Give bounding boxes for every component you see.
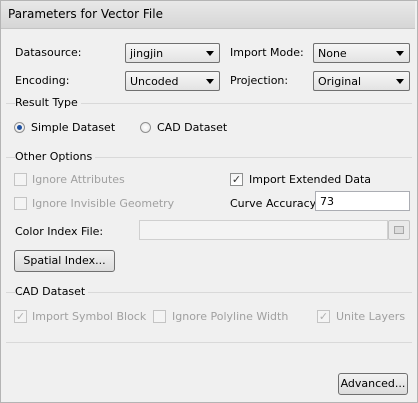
- bottom-divider: [6, 342, 412, 343]
- chevron-down-icon: [396, 51, 404, 56]
- import-mode-select[interactable]: None: [313, 43, 410, 63]
- chevron-down-icon: [206, 79, 214, 84]
- curve-accuracy-input[interactable]: 73: [315, 191, 410, 211]
- import-extended-data-label: Import Extended Data: [249, 173, 372, 186]
- curve-accuracy-label: Curve Accuracy:: [230, 197, 320, 210]
- simple-dataset-label[interactable]: Simple Dataset: [31, 121, 115, 134]
- chevron-down-icon: [396, 79, 404, 84]
- projection-value: Original: [318, 75, 362, 88]
- ignore-attributes-label: Ignore Attributes: [32, 173, 125, 186]
- unite-layers-checkbox[interactable]: ✓: [317, 310, 330, 323]
- ignore-invisible-geometry-label: Ignore Invisible Geometry: [32, 197, 175, 210]
- cad-dataset-radio[interactable]: [140, 122, 151, 133]
- ignore-invisible-geometry-checkbox[interactable]: [14, 197, 27, 210]
- import-symbol-block-label: Import Symbol Block: [32, 310, 147, 323]
- ignore-attributes-checkbox[interactable]: [14, 173, 27, 186]
- simple-dataset-radio[interactable]: [14, 122, 25, 133]
- datasource-value: jingjin: [130, 47, 164, 60]
- browse-button[interactable]: [388, 220, 410, 240]
- checkmark-icon: ✓: [231, 173, 242, 186]
- projection-label: Projection:: [230, 74, 289, 87]
- import-symbol-block-checkbox[interactable]: ✓: [14, 310, 27, 323]
- ignore-polyline-width-label: Ignore Polyline Width: [172, 310, 289, 323]
- window-title: Parameters for Vector File: [8, 7, 163, 21]
- datasource-label: Datasource:: [15, 46, 82, 59]
- projection-select[interactable]: Original: [313, 71, 410, 91]
- datasource-select[interactable]: jingjin: [125, 43, 220, 63]
- color-index-file-input[interactable]: [139, 220, 388, 240]
- ignore-polyline-width-checkbox[interactable]: [153, 310, 166, 323]
- curve-accuracy-value: 73: [320, 195, 334, 208]
- chevron-down-icon: [206, 51, 214, 56]
- checkmark-icon: ✓: [318, 310, 329, 323]
- encoding-select[interactable]: Uncoded: [125, 71, 220, 91]
- cad-dataset-label[interactable]: CAD Dataset: [157, 121, 227, 134]
- encoding-value: Uncoded: [130, 75, 179, 88]
- unite-layers-label: Unite Layers: [336, 310, 406, 323]
- spatial-index-button[interactable]: Spatial Index...: [14, 250, 115, 272]
- import-mode-value: None: [318, 47, 347, 60]
- checkmark-icon: ✓: [15, 310, 26, 323]
- title-bar: Parameters for Vector File: [1, 1, 415, 29]
- encoding-label: Encoding:: [15, 74, 70, 87]
- import-mode-label: Import Mode:: [230, 46, 304, 59]
- advanced-button[interactable]: Advanced...: [338, 373, 408, 395]
- color-index-file-label: Color Index File:: [15, 225, 104, 238]
- folder-icon: [394, 226, 404, 234]
- other-options-group-label: Other Options: [15, 150, 96, 163]
- result-type-group-label: Result Type: [15, 96, 81, 109]
- import-extended-data-checkbox[interactable]: ✓: [230, 173, 243, 186]
- cad-dataset-group-label: CAD Dataset: [15, 285, 89, 298]
